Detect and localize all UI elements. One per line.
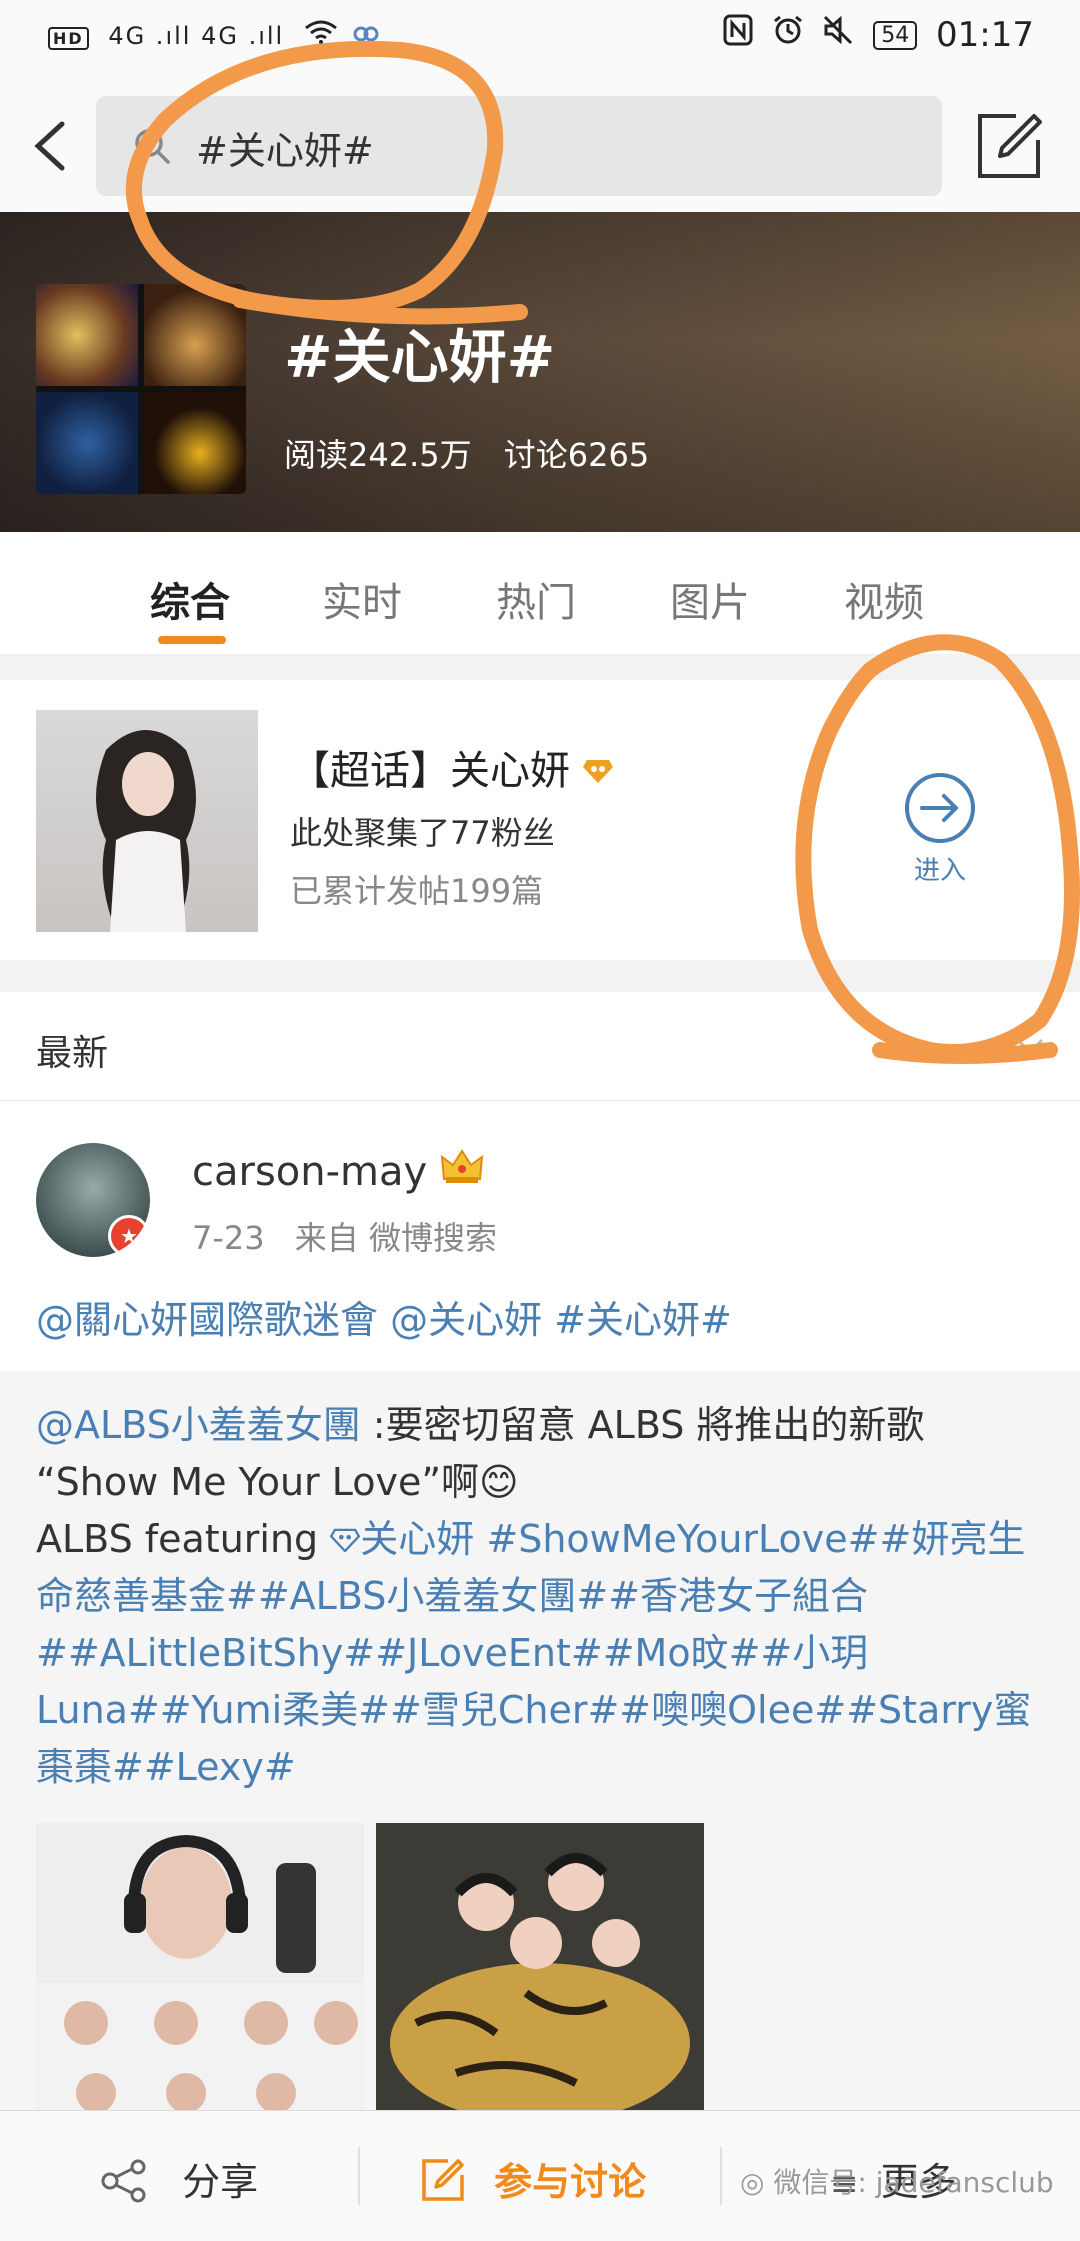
post-card: ★ carson-may 7-23 来自 微博搜索 @關心妍國際歌迷會 @关心妍… bbox=[0, 1101, 1080, 1371]
search-icon bbox=[132, 126, 172, 170]
share-icon bbox=[101, 2159, 146, 2203]
cover-tile bbox=[144, 392, 246, 494]
repost-text: @ALBS小羞羞女團 :要密切留意 ALBS 將推出的新歌 “Show Me Y… bbox=[36, 1397, 1046, 1796]
search-query: #关心妍# bbox=[196, 129, 374, 173]
wechat-icon: ◎ bbox=[740, 2166, 765, 2199]
topic-stats: 阅读242.5万 讨论6265 bbox=[284, 430, 671, 476]
status-time: 01:17 bbox=[936, 15, 1034, 55]
post-image[interactable] bbox=[376, 1823, 704, 2111]
status-right: 54 01:17 bbox=[723, 14, 1034, 55]
post-source: 来自 微博搜索 bbox=[294, 1219, 497, 1257]
repost-line-2: “Show Me Your Love”啊😊 bbox=[36, 1460, 519, 1504]
diamond-icon bbox=[329, 1528, 361, 1553]
share-label: 分享 bbox=[182, 2160, 259, 2204]
super-topic-card[interactable]: 【超话】关心妍 此处聚集了77粉丝 已累计发帖199篇 进入 bbox=[0, 680, 1080, 960]
enter-label: 进入 bbox=[913, 856, 966, 886]
tab-images[interactable]: 图片 bbox=[670, 570, 750, 628]
post-mentions[interactable]: @關心妍國際歌迷會 @关心妍 #关心妍# bbox=[36, 1289, 732, 1344]
watermark: ◎ 微信号: jadefansclub bbox=[740, 2161, 1054, 2201]
featuring-text: ALBS featuring bbox=[36, 1517, 331, 1561]
super-topic-title: 【超话】关心妍 bbox=[290, 738, 613, 796]
featured-user-link[interactable]: 关心妍 bbox=[329, 1517, 475, 1561]
topic-banner: #关心妍# 阅读242.5万 讨论6265 bbox=[0, 212, 1080, 532]
wifi-icon bbox=[304, 20, 348, 50]
discuss-button[interactable]: 参与讨论 bbox=[420, 2151, 646, 2206]
data-sync-icon bbox=[353, 22, 379, 50]
cover-tile bbox=[144, 284, 246, 386]
post-date: 7-23 bbox=[192, 1219, 265, 1257]
post-username[interactable]: carson-may bbox=[192, 1149, 484, 1195]
repost-line-1-text: :要密切留意 ALBS 將推出的新歌 bbox=[360, 1403, 925, 1447]
discussion-count: 讨论6265 bbox=[503, 436, 650, 474]
tab-all[interactable]: 综合 bbox=[150, 570, 230, 628]
super-topic-image bbox=[36, 710, 258, 932]
super-topic-fans: 此处聚集了77粉丝 bbox=[290, 814, 555, 852]
share-button[interactable]: 分享 bbox=[100, 2151, 258, 2206]
divider bbox=[358, 2147, 360, 2205]
bottom-action-bar: 分享 参与讨论 ≡ 更多 ◎ 微信号: jadefansclub bbox=[0, 2110, 1080, 2241]
super-topic-title-text: 【超话】关心妍 bbox=[290, 748, 570, 794]
repost-line-1: @ALBS小羞羞女團 :要密切留意 ALBS 將推出的新歌 bbox=[36, 1397, 1046, 1454]
tab-hot[interactable]: 热门 bbox=[496, 570, 576, 628]
compose-icon bbox=[978, 114, 1042, 178]
active-tab-indicator bbox=[158, 636, 226, 644]
crown-icon bbox=[440, 1149, 484, 1195]
status-bar: HD 4G .ıll 4G .ıll 54 01:17 bbox=[0, 0, 1080, 80]
diamond-icon bbox=[582, 748, 613, 794]
status-left: HD 4G .ıll 4G .ıll bbox=[48, 20, 379, 50]
nfc-icon bbox=[723, 14, 764, 55]
cover-tile bbox=[36, 392, 138, 494]
verified-badge-icon: ★ bbox=[108, 1215, 150, 1257]
chevron-down-icon[interactable] bbox=[1010, 1026, 1050, 1070]
repost-content[interactable]: @ALBS小羞羞女團 :要密切留意 ALBS 將推出的新歌 “Show Me Y… bbox=[0, 1371, 1080, 2111]
latest-header: 最新 bbox=[0, 992, 1080, 1101]
watermark-text: 微信号: jadefansclub bbox=[773, 2166, 1054, 2199]
mute-icon bbox=[822, 15, 865, 55]
enter-arrow-icon bbox=[905, 773, 975, 843]
tab-bar: 综合 实时 热门 图片 视频 bbox=[0, 532, 1080, 654]
compose-button[interactable] bbox=[972, 110, 1046, 184]
battery-icon: 54 bbox=[873, 21, 918, 50]
read-count: 阅读242.5万 bbox=[284, 436, 472, 474]
avatar[interactable]: ★ bbox=[36, 1143, 150, 1257]
topic-cover-image bbox=[36, 284, 246, 494]
divider bbox=[720, 2147, 722, 2205]
signal-indicator: 4G .ıll 4G .ıll bbox=[108, 22, 285, 50]
featured-user-name: 关心妍 bbox=[360, 1517, 475, 1561]
super-topic-posts: 已累计发帖199篇 bbox=[290, 872, 544, 910]
back-button[interactable] bbox=[22, 116, 82, 176]
post-username-text: carson-may bbox=[192, 1149, 428, 1195]
latest-label: 最新 bbox=[36, 1033, 109, 1074]
header: #关心妍# bbox=[0, 80, 1080, 212]
post-image[interactable] bbox=[36, 1823, 364, 2111]
discuss-label: 参与讨论 bbox=[494, 2160, 647, 2204]
search-input[interactable]: #关心妍# bbox=[96, 96, 942, 196]
repost-mention-link[interactable]: @ALBS小羞羞女團 bbox=[36, 1403, 361, 1447]
enter-button[interactable]: 进入 bbox=[898, 770, 982, 886]
compose-icon bbox=[422, 2159, 464, 2201]
chevron-left-icon bbox=[34, 121, 65, 171]
repost-featuring: ALBS featuring 关心妍 #ShowMeYourLove##妍亮生命… bbox=[36, 1511, 1046, 1796]
cover-tile bbox=[36, 284, 138, 386]
topic-title: #关心妍# bbox=[284, 323, 556, 391]
alarm-icon bbox=[772, 15, 815, 55]
hd-icon: HD bbox=[48, 27, 89, 50]
tab-videos[interactable]: 视频 bbox=[844, 570, 924, 628]
post-meta: 7-23 来自 微博搜索 bbox=[192, 1213, 497, 1259]
tab-realtime[interactable]: 实时 bbox=[322, 570, 402, 628]
